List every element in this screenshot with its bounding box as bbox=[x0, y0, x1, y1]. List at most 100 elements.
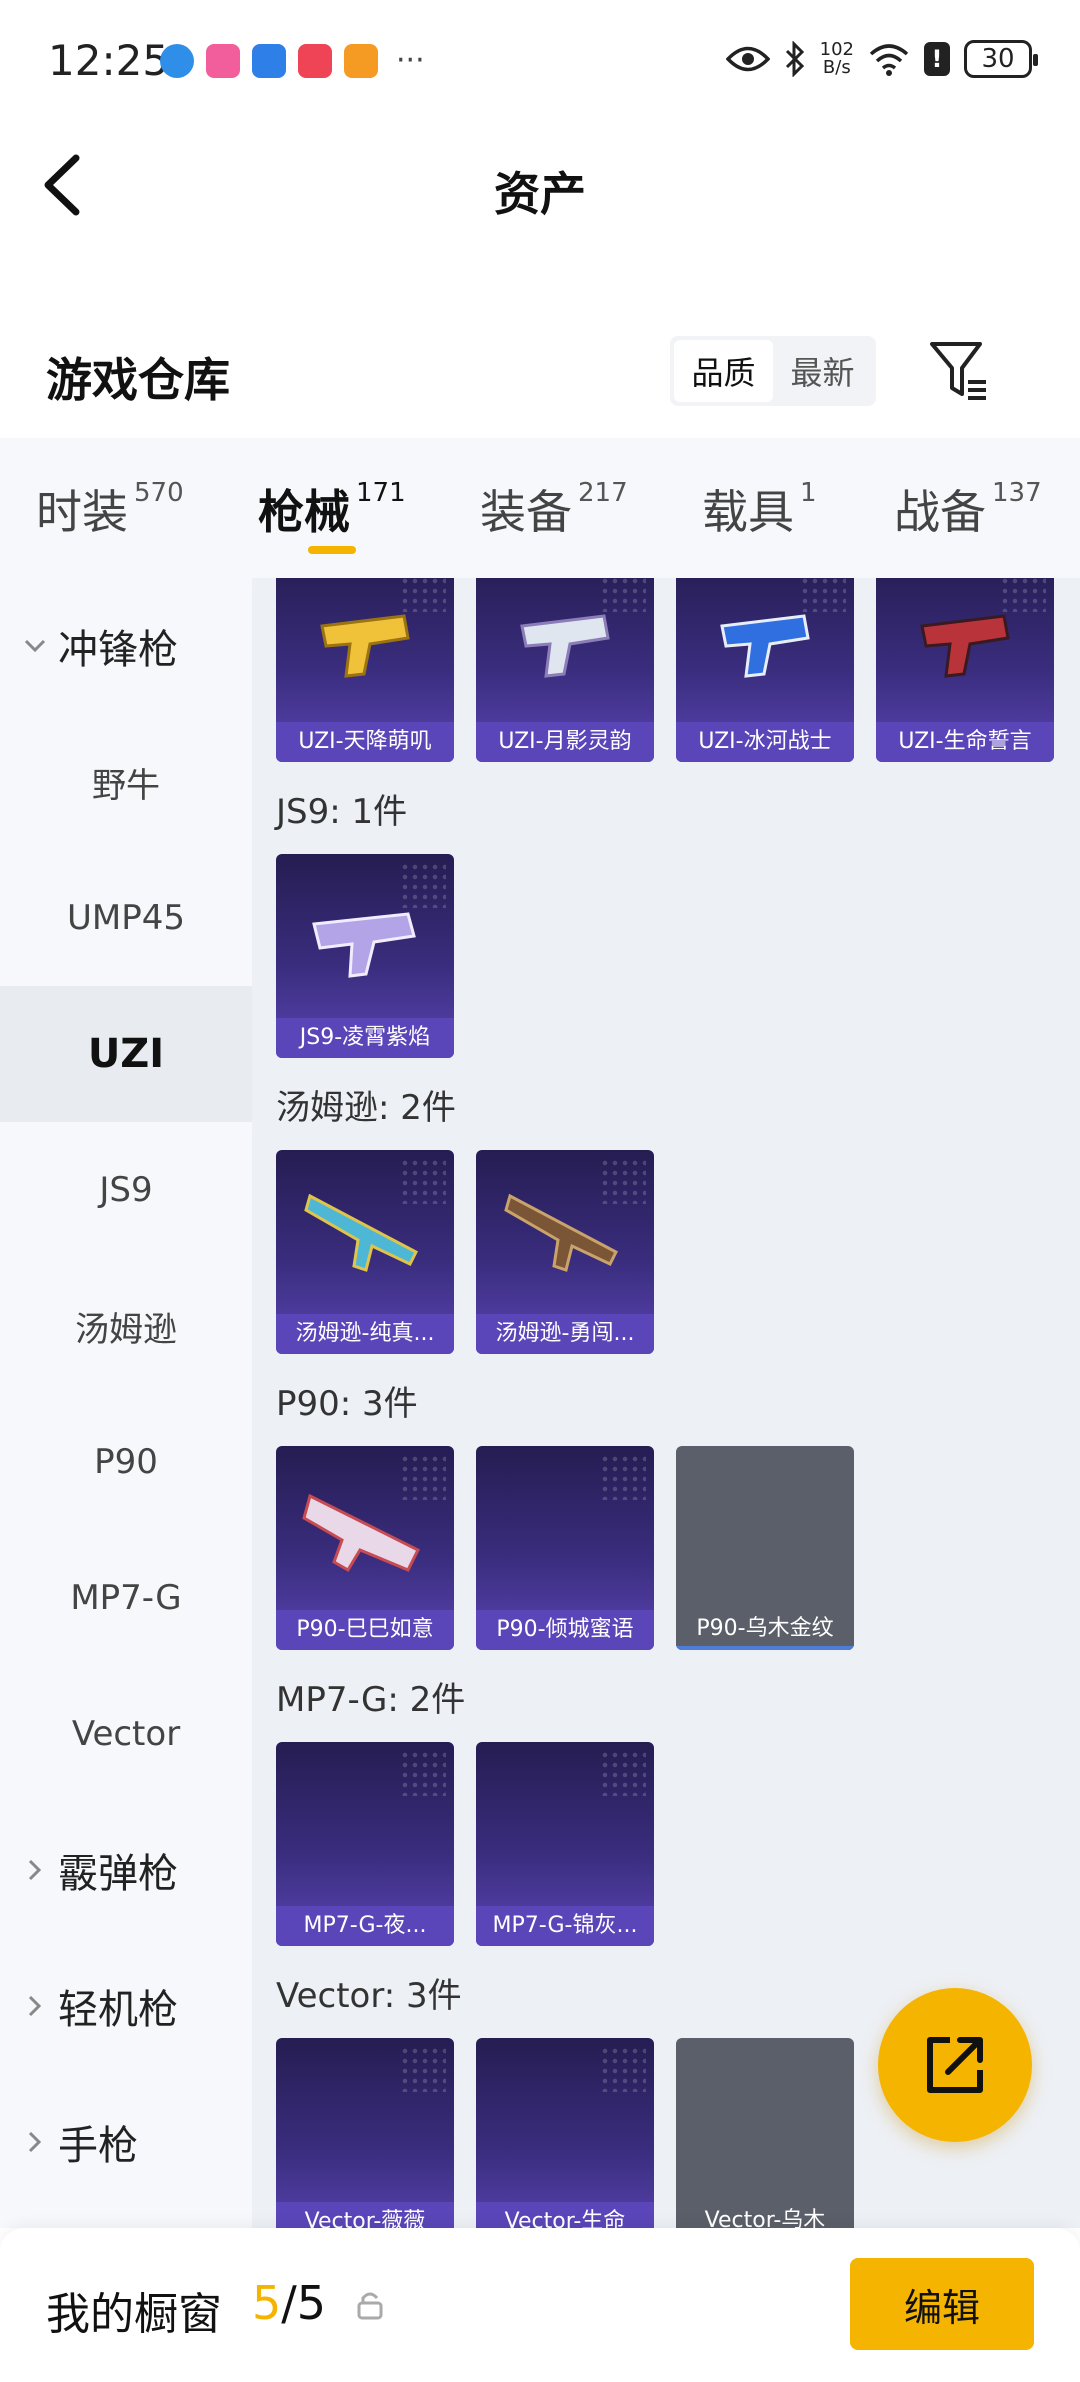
sort-quality-button[interactable]: 品质 bbox=[674, 340, 773, 402]
card-pattern bbox=[400, 2046, 446, 2092]
tab-combat-gear[interactable]: 战备 137 bbox=[894, 476, 1042, 542]
sidebar-item-p90[interactable]: P90 bbox=[0, 1394, 252, 1530]
lock-icon bbox=[357, 2292, 383, 2320]
chevron-down-icon bbox=[24, 639, 46, 653]
card-pattern bbox=[600, 1454, 646, 1500]
notification-icons: ··· bbox=[160, 44, 425, 78]
browser-app-icon bbox=[160, 44, 194, 78]
sidebar-group-smg[interactable]: 冲锋枪 bbox=[0, 578, 252, 714]
eye-icon bbox=[725, 46, 770, 72]
group-label-p90: P90: 3件 bbox=[276, 1384, 418, 1424]
skin-card[interactable]: UZI-生命誓言 bbox=[876, 578, 1054, 762]
skin-name: MP7-G-夜... bbox=[276, 1906, 454, 1946]
skin-name: JS9-凌霄紫焰 bbox=[276, 1018, 454, 1058]
tab-count: 137 bbox=[992, 478, 1042, 508]
category-tabs: 时装 570 枪械 171 装备 217 载具 1 战备 137 bbox=[0, 438, 1080, 578]
sidebar-item-uzi[interactable]: UZI bbox=[0, 986, 252, 1122]
skin-card[interactable]: P90-倾城蜜语 bbox=[476, 1446, 654, 1650]
card-pattern bbox=[600, 2046, 646, 2092]
showcase-count: 5/5 bbox=[252, 2276, 326, 2330]
skin-name: P90-倾城蜜语 bbox=[476, 1610, 654, 1650]
skin-name: MP7-G-锦灰... bbox=[476, 1906, 654, 1946]
sidebar-item-ump45[interactable]: UMP45 bbox=[0, 850, 252, 986]
smg-blue-icon bbox=[720, 614, 810, 678]
skin-card[interactable]: Vector-薇薇 bbox=[276, 2038, 454, 2228]
share-fab-button[interactable] bbox=[878, 1988, 1032, 2142]
smg-red-icon bbox=[920, 614, 1010, 678]
tab-count: 570 bbox=[134, 478, 184, 508]
alert-icon: ! bbox=[924, 42, 950, 76]
skin-card[interactable]: Vector-乌木 bbox=[676, 2038, 854, 2228]
group-label-thompson: 汤姆逊: 2件 bbox=[276, 1088, 456, 1128]
skin-card[interactable]: 汤姆逊-勇闯... bbox=[476, 1150, 654, 1354]
shopping-app-icon bbox=[298, 44, 332, 78]
smg-p90-icon bbox=[302, 1493, 421, 1573]
skin-card[interactable]: JS9-凌霄紫焰 bbox=[276, 854, 454, 1058]
skin-name: Vector-薇薇 bbox=[276, 2202, 454, 2228]
tab-label: 时装 bbox=[36, 485, 128, 539]
sidebar-item-bison[interactable]: 野牛 bbox=[0, 714, 252, 850]
skin-name: P90-巳巳如意 bbox=[276, 1610, 454, 1650]
edit-button[interactable]: 编辑 bbox=[850, 2258, 1034, 2350]
smg-thompson-colorful-icon bbox=[304, 1193, 418, 1272]
card-pattern bbox=[400, 1750, 446, 1796]
sidebar-item-thompson[interactable]: 汤姆逊 bbox=[0, 1258, 252, 1394]
sidebar-group-lmg[interactable]: 轻机枪 bbox=[0, 1938, 252, 2074]
more-notifications-icon: ··· bbox=[396, 43, 425, 78]
showcase-current: 5 bbox=[252, 2276, 282, 2330]
skin-card[interactable]: UZI-天降萌叽 bbox=[276, 578, 454, 762]
showcase-total: /5 bbox=[281, 2276, 327, 2330]
wifi-icon bbox=[869, 44, 909, 76]
sidebar-item-vector[interactable]: Vector bbox=[0, 1666, 252, 1802]
bluetooth-app-icon bbox=[252, 44, 286, 78]
sidebar-item-mp7g[interactable]: MP7-G bbox=[0, 1530, 252, 1666]
skin-name: 汤姆逊-纯真... bbox=[276, 1314, 454, 1354]
skin-card[interactable]: MP7-G-锦灰... bbox=[476, 1742, 654, 1946]
showcase-bar: 我的橱窗 5/5 编辑 bbox=[0, 2228, 1080, 2382]
group-label-js9: JS9: 1件 bbox=[276, 792, 408, 832]
chevron-right-icon bbox=[28, 1995, 42, 2017]
sidebar-group-label: 冲锋枪 bbox=[58, 627, 178, 673]
skin-card[interactable]: Vector-生命 bbox=[476, 2038, 654, 2228]
skin-card[interactable]: P90-乌木金纹 bbox=[676, 1446, 854, 1650]
sort-newest-button[interactable]: 最新 bbox=[773, 340, 872, 402]
sidebar-group-shotgun[interactable]: 霰弹枪 bbox=[0, 1802, 252, 1938]
skin-card[interactable]: MP7-G-夜... bbox=[276, 1742, 454, 1946]
sidebar-group-pistol[interactable]: 手枪 bbox=[0, 2074, 252, 2210]
status-time: 12:25 bbox=[48, 36, 170, 85]
weapon-sidebar: 冲锋枪 野牛 UMP45 UZI JS9 汤姆逊 P90 MP7-G Vecto… bbox=[0, 578, 252, 2228]
tab-firearms[interactable]: 枪械 171 bbox=[258, 476, 406, 542]
tab-fashion[interactable]: 时装 570 bbox=[36, 476, 184, 542]
skin-card[interactable]: UZI-冰河战士 bbox=[676, 578, 854, 762]
network-speed: 102 B/s bbox=[820, 41, 854, 77]
tab-count: 171 bbox=[356, 478, 406, 508]
skin-card[interactable]: P90-巳巳如意 bbox=[276, 1446, 454, 1650]
skin-name: UZI-冰河战士 bbox=[676, 722, 854, 762]
chevron-right-icon bbox=[28, 2131, 42, 2153]
skin-name: UZI-生命誓言 bbox=[876, 722, 1054, 762]
skin-card[interactable]: UZI-月影灵韵 bbox=[476, 578, 654, 762]
tab-vehicles[interactable]: 载具 1 bbox=[702, 476, 817, 542]
warehouse-header: 游戏仓库 品质 最新 bbox=[0, 320, 1080, 430]
tab-equipment[interactable]: 装备 217 bbox=[480, 476, 628, 542]
tab-label: 枪械 bbox=[258, 485, 350, 539]
skin-card[interactable]: 汤姆逊-纯真... bbox=[276, 1150, 454, 1354]
group-label-vector: Vector: 3件 bbox=[276, 1976, 462, 2016]
active-tab-indicator bbox=[308, 546, 356, 554]
tab-label: 载具 bbox=[702, 485, 794, 539]
sidebar-group-label: 霰弹枪 bbox=[58, 1851, 178, 1897]
smg-gold-icon bbox=[320, 614, 410, 678]
card-pattern bbox=[600, 1750, 646, 1796]
sidebar-item-js9[interactable]: JS9 bbox=[0, 1122, 252, 1258]
bluetooth-icon bbox=[785, 41, 804, 77]
skin-name: Vector-生命 bbox=[476, 2202, 654, 2228]
tab-count: 1 bbox=[800, 478, 817, 508]
tab-label: 装备 bbox=[480, 485, 572, 539]
skin-name: UZI-月影灵韵 bbox=[476, 722, 654, 762]
page-title: 资产 bbox=[494, 167, 586, 221]
tab-count: 217 bbox=[578, 478, 628, 508]
skin-name: Vector-乌木 bbox=[676, 2202, 854, 2228]
filter-icon[interactable] bbox=[928, 338, 990, 404]
smg-silver-icon bbox=[520, 614, 610, 678]
tab-label: 战备 bbox=[894, 485, 986, 539]
